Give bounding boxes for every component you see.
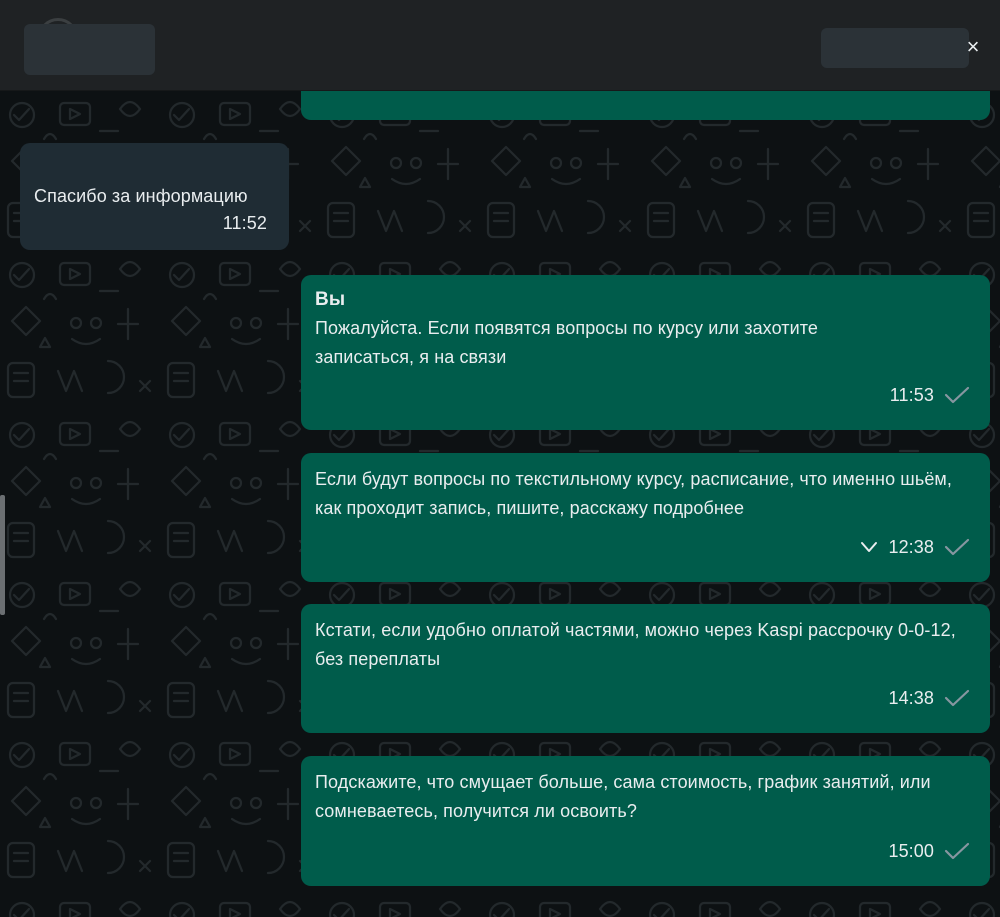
message-time: 12:38 [888, 536, 934, 557]
check-icon [944, 689, 970, 707]
check-icon [944, 842, 970, 860]
message-meta: 14:38 [888, 687, 970, 709]
sender-name: Вы [315, 289, 346, 310]
close-icon[interactable]: × [962, 36, 984, 58]
chat-window: × Спасибо за информацию 11:52 Вы Пожалуй… [0, 0, 1000, 917]
incoming-message[interactable]: Спасибо за информацию 11:52 [20, 143, 289, 250]
message-meta: 11:52 [223, 212, 267, 234]
message-text: Если будут вопросы по текстильному курсу… [315, 469, 952, 518]
outgoing-message[interactable]: Подскажите, что смущает больше, сама сто… [301, 756, 990, 886]
message-meta: 12:38 [860, 536, 970, 558]
outgoing-message[interactable]: Если будут вопросы по текстильному курсу… [301, 453, 990, 582]
message-text: Спасибо за информацию [34, 186, 248, 206]
message-text: Подскажите, что смущает больше, сама сто… [315, 772, 931, 821]
scrollbar[interactable] [0, 495, 5, 615]
check-icon [944, 538, 970, 556]
message-time: 15:00 [888, 840, 934, 861]
check-icon [944, 386, 970, 404]
message-time: 14:38 [888, 687, 934, 708]
outgoing-message[interactable]: Вы Пожалуйста. Если появятся вопросы по … [301, 275, 990, 430]
message-text: Пожалуйста. Если появятся вопросы по кур… [315, 318, 819, 367]
message-time: 11:53 [889, 384, 934, 405]
message-time: 11:52 [222, 212, 267, 233]
message-list[interactable]: Спасибо за информацию 11:52 Вы Пожалуйст… [0, 91, 1000, 917]
chevron-down-icon[interactable] [860, 541, 878, 553]
message-bubble-partial[interactable] [301, 91, 990, 120]
contact-name-redacted[interactable] [24, 24, 155, 75]
outgoing-message[interactable]: Кстати, если удобно оплатой частями, мож… [301, 604, 990, 733]
message-meta: 15:00 [888, 840, 970, 862]
message-text: Кстати, если удобно оплатой частями, мож… [315, 620, 956, 669]
chat-header: × [0, 0, 1000, 91]
header-actions-redacted [821, 28, 969, 68]
message-meta: 11:53 [890, 384, 970, 406]
